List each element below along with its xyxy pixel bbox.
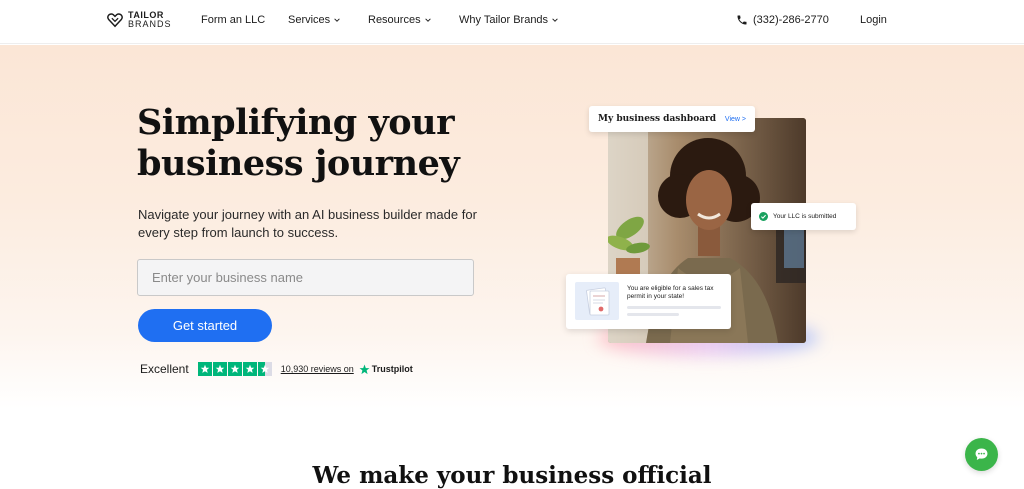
star-icon <box>242 362 257 376</box>
phone-link[interactable]: (332)-286-2770 <box>736 14 829 26</box>
trustpilot-rating: Excellent 10,930 reviews on Trustpilot <box>140 362 413 376</box>
llc-status-card: Your LLC is submitted <box>751 203 856 230</box>
nav-form-llc[interactable]: Form an LLC <box>201 14 265 26</box>
trustpilot-star-icon <box>359 364 370 374</box>
check-icon <box>759 212 768 221</box>
login-link[interactable]: Login <box>860 14 887 26</box>
chevron-down-icon <box>552 18 558 22</box>
llc-status-text: Your LLC is submitted <box>773 213 837 220</box>
get-started-button[interactable]: Get started <box>138 309 272 342</box>
sales-tax-card: You are eligible for a sales tax permit … <box>566 274 731 329</box>
chevron-down-icon <box>334 18 340 22</box>
dashboard-view-link[interactable]: View > <box>725 116 746 123</box>
hero-subheadline: Navigate your journey with an AI busines… <box>138 207 477 240</box>
tailor-brands-logo[interactable]: TAILOR BRANDS <box>106 11 172 29</box>
half-star-icon <box>257 362 272 376</box>
star-icon <box>212 362 227 376</box>
sales-tax-text: You are eligible for a sales tax permit … <box>627 285 714 300</box>
placeholder-line <box>627 306 721 309</box>
certificate-icon <box>575 282 619 320</box>
star-icon <box>197 362 212 376</box>
hero-headline: Simplifying your business journey <box>137 102 460 184</box>
phone-number: (332)-286-2770 <box>753 14 829 26</box>
rating-label: Excellent <box>140 362 189 376</box>
business-name-input[interactable] <box>137 259 474 296</box>
reviews-count-link[interactable]: 10,930 reviews on <box>281 364 354 374</box>
nav-services-label: Services <box>288 14 331 26</box>
nav-why-tailor-brands[interactable]: Why Tailor Brands <box>459 14 559 26</box>
chevron-down-icon <box>424 18 431 22</box>
placeholder-line <box>627 313 679 316</box>
nav-resources[interactable]: Resources <box>368 14 432 26</box>
chat-icon <box>975 448 988 461</box>
rating-stars <box>197 362 272 376</box>
logo-wordmark: TAILOR BRANDS <box>128 11 172 29</box>
top-nav-bar: TAILOR BRANDS Form an LLC Services Resou… <box>0 0 1024 44</box>
phone-icon <box>737 15 747 25</box>
chat-button[interactable] <box>965 438 998 471</box>
logo-heart-icon <box>107 13 123 28</box>
trustpilot-brand[interactable]: Trustpilot <box>359 364 413 375</box>
nav-services[interactable]: Services <box>288 14 341 26</box>
nav-why-label: Why Tailor Brands <box>459 14 549 26</box>
logo-line-2: BRANDS <box>128 19 172 29</box>
section-heading: We make your business official <box>312 462 712 489</box>
nav-form-llc-label: Form an LLC <box>201 14 266 26</box>
trustpilot-label: Trustpilot <box>371 364 413 374</box>
dashboard-card: My business dashboard View > <box>589 106 755 132</box>
dashboard-title: My business dashboard <box>598 114 717 124</box>
nav-resources-label: Resources <box>368 14 421 26</box>
star-icon <box>227 362 242 376</box>
